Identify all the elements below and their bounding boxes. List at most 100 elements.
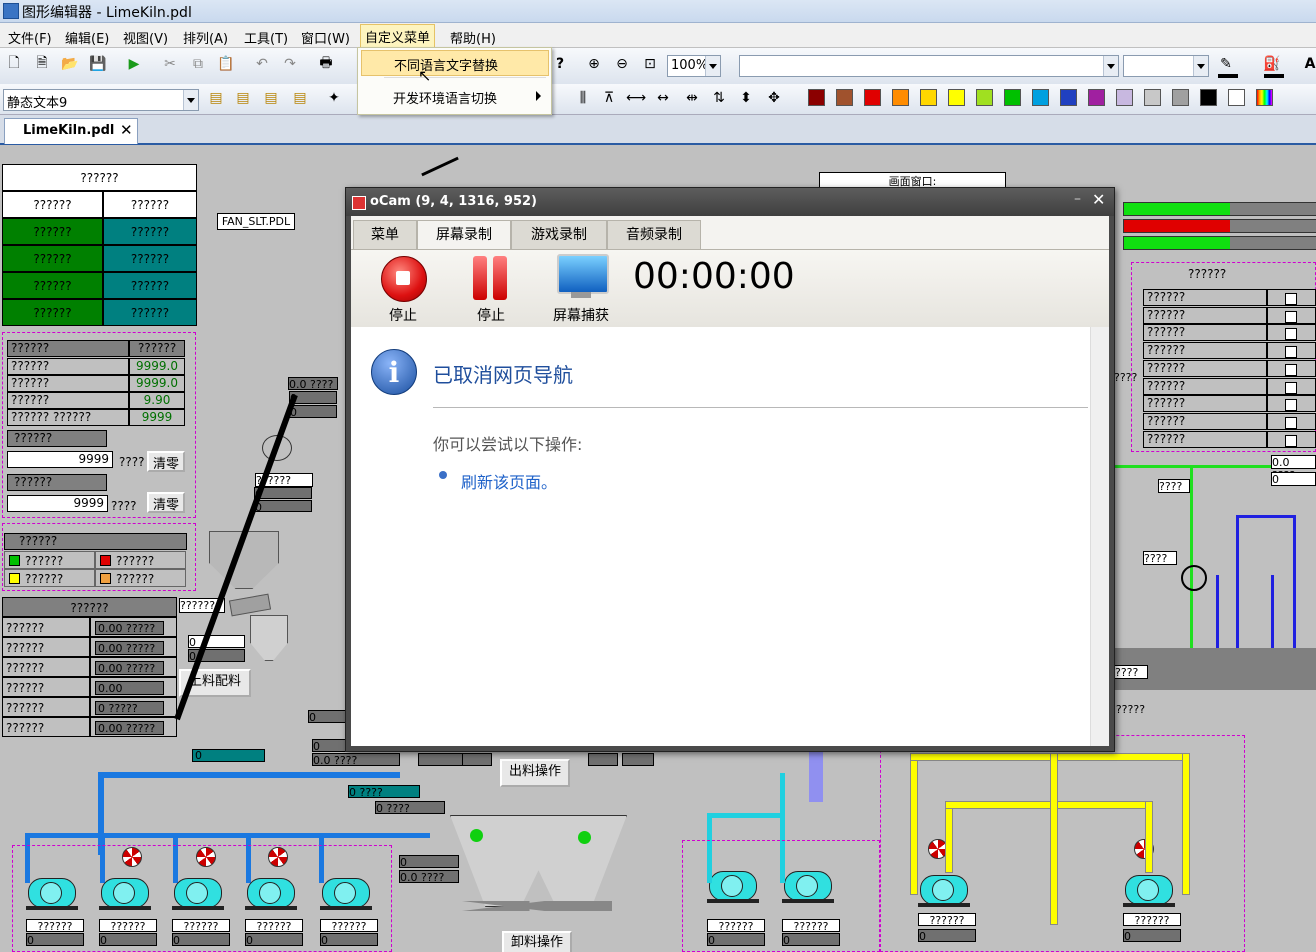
checkbox[interactable] — [1285, 381, 1297, 394]
space-v-icon[interactable]: ⊼ — [599, 88, 619, 108]
undo-icon[interactable]: ↶ — [252, 54, 272, 74]
new-doc-icon[interactable]: 🗎 — [32, 54, 52, 74]
pump-label: ?????? — [172, 919, 230, 933]
text-color-icon[interactable]: A — [1300, 54, 1316, 74]
input1-field[interactable]: 9999 — [7, 451, 113, 468]
magic-wand-icon[interactable]: ✦ — [324, 88, 344, 108]
scrollbar[interactable] — [1090, 327, 1109, 746]
menu-file[interactable]: 文件(F) — [4, 26, 56, 48]
copy-icon[interactable]: ⧉ — [188, 54, 208, 74]
help-icon[interactable]: ? — [550, 54, 570, 74]
color-swatch[interactable] — [1004, 89, 1021, 106]
checkbox[interactable] — [1285, 399, 1297, 412]
save-icon[interactable]: 💾 — [88, 54, 108, 74]
color-swatch[interactable] — [836, 89, 853, 106]
menu-help[interactable]: 帮助(H) — [446, 26, 500, 48]
screen-window-label: 画面窗口: — [819, 172, 1006, 188]
menu-tools[interactable]: 工具(T) — [240, 26, 292, 48]
center-both-icon[interactable]: ✥ — [764, 88, 784, 108]
menu-custom[interactable]: 自定义菜单 — [360, 24, 436, 48]
color-swatch[interactable] — [808, 89, 825, 106]
screen-capture-icon[interactable] — [557, 254, 609, 294]
align-top-icon[interactable]: ▤ — [290, 88, 310, 108]
clear-button-1[interactable]: 清零 — [147, 451, 185, 472]
status-cell: ?????? — [103, 299, 197, 326]
tab-screen-record[interactable]: 屏幕录制 — [417, 220, 511, 250]
font-name-select[interactable] — [739, 55, 1119, 77]
tab-audio-record[interactable]: 音频录制 — [607, 220, 701, 250]
line-color-icon[interactable]: ✎ — [1216, 54, 1236, 74]
checkbox[interactable] — [1285, 293, 1297, 305]
color-swatch[interactable] — [892, 89, 909, 106]
clear-button-2[interactable]: 清零 — [147, 492, 185, 513]
discharge-button[interactable]: 出料操作 — [500, 759, 570, 787]
tab-menu[interactable]: 菜单 — [353, 220, 417, 250]
close-icon[interactable]: ✕ — [1092, 190, 1105, 209]
open-folder-icon[interactable]: 📂 — [60, 54, 80, 74]
checkbox[interactable] — [1285, 363, 1297, 376]
color-swatch[interactable] — [1228, 89, 1245, 106]
print-icon[interactable]: 🖶 — [316, 54, 336, 74]
menu-arrange[interactable]: 排列(A) — [179, 26, 232, 48]
pause-icon[interactable] — [473, 256, 487, 300]
checkbox[interactable] — [1285, 434, 1297, 447]
input2-label: ?????? — [7, 474, 107, 491]
color-swatch[interactable] — [1032, 89, 1049, 106]
checkbox[interactable] — [1285, 328, 1297, 341]
align-center-icon[interactable]: ▤ — [233, 88, 253, 108]
color-swatch[interactable] — [1200, 89, 1217, 106]
color-swatch[interactable] — [1144, 89, 1161, 106]
custom-color-icon[interactable] — [1256, 89, 1273, 106]
close-icon[interactable]: ✕ — [120, 121, 133, 139]
table3-value-cell: 0.00 ????? — [90, 657, 177, 677]
redo-icon[interactable]: ↷ — [280, 54, 300, 74]
color-swatch[interactable] — [948, 89, 965, 106]
checkbox[interactable] — [1285, 416, 1297, 429]
minimize-icon[interactable]: – — [1074, 191, 1081, 207]
color-swatch[interactable] — [1088, 89, 1105, 106]
zoom-select[interactable]: 100% — [667, 55, 721, 77]
color-swatch[interactable] — [976, 89, 993, 106]
menu-edit[interactable]: 编辑(E) — [61, 26, 113, 48]
color-swatch[interactable] — [1060, 89, 1077, 106]
run-icon[interactable]: ▶ — [124, 54, 144, 74]
same-size-icon[interactable]: ⬍ — [736, 88, 756, 108]
new-file-icon[interactable]: 🗋 — [4, 54, 24, 74]
center-h-icon[interactable]: ⇹ — [682, 88, 702, 108]
same-width-icon[interactable]: ⟷ — [626, 88, 646, 108]
fill-color-icon[interactable]: ⛽ — [1262, 54, 1282, 74]
input2-field[interactable]: 9999 — [7, 495, 108, 512]
unload-button[interactable]: 卸料操作 — [502, 931, 572, 952]
checkbox[interactable] — [1285, 310, 1297, 323]
checklist-cell — [1267, 342, 1316, 360]
space-h-icon[interactable]: ⫼ — [573, 88, 593, 108]
zoom-out-icon[interactable]: ⊖ — [612, 54, 632, 74]
color-swatch[interactable] — [1172, 89, 1189, 106]
menu-view[interactable]: 视图(V) — [119, 26, 172, 48]
stop-record-icon[interactable] — [381, 256, 427, 302]
color-swatch[interactable] — [920, 89, 937, 106]
browser-page: i 已取消网页导航 你可以尝试以下操作: 刷新该页面。 — [351, 327, 1109, 746]
status-cell: ?????? — [103, 272, 197, 299]
tab-limekiln[interactable]: LimeKiln.pdl ✕ — [4, 118, 138, 144]
ocam-title-bar: oCam (9, 4, 1316, 952) – ✕ — [346, 188, 1114, 216]
menu-window[interactable]: 窗口(W) — [297, 26, 354, 48]
cut-icon[interactable]: ✂ — [160, 54, 180, 74]
object-select[interactable]: 静态文本9 — [3, 89, 199, 111]
checkbox[interactable] — [1285, 346, 1297, 359]
color-swatch[interactable] — [1116, 89, 1133, 106]
menu-item-language-text-replace[interactable]: 不同语言文字替换 — [361, 50, 549, 76]
tab-game-record[interactable]: 游戏录制 — [511, 220, 607, 250]
align-right-icon[interactable]: ▤ — [261, 88, 281, 108]
center-v-icon[interactable]: ⇅ — [709, 88, 729, 108]
align-left-icon[interactable]: ▤ — [206, 88, 226, 108]
pause-icon[interactable] — [493, 256, 507, 300]
paste-icon[interactable]: 📋 — [216, 54, 236, 74]
zoom-in-icon[interactable]: ⊕ — [584, 54, 604, 74]
menu-item-dev-language-switch[interactable]: 开发环境语言切换 — [361, 84, 547, 108]
zoom-fit-icon[interactable]: ⊡ — [640, 54, 660, 74]
refresh-link[interactable]: 刷新该页面。 — [461, 469, 557, 493]
color-swatch[interactable] — [864, 89, 881, 106]
same-height-icon[interactable]: ↔ — [653, 88, 673, 108]
font-size-select[interactable] — [1123, 55, 1209, 77]
